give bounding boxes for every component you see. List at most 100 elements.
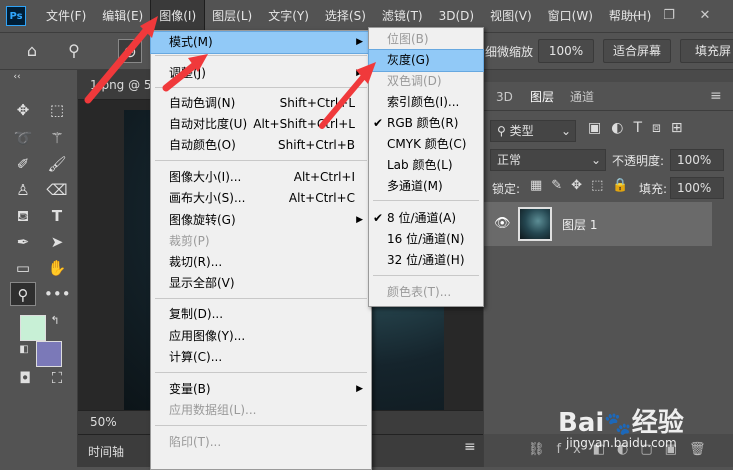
menu-item-canvas-size[interactable]: 画布大小(S)... Alt+Ctrl+C bbox=[151, 188, 371, 209]
kind-filter-label: 类型 bbox=[509, 124, 534, 138]
minimize-icon[interactable]: — bbox=[620, 0, 646, 32]
image-menu-dropdown: 模式(M) ▶ 调整(J) ▶ 自动色调(N) Shift+Ctrl+L 自动对比度(… bbox=[150, 30, 372, 470]
zoom-level[interactable]: 50% bbox=[90, 415, 117, 429]
magic-wand-tool-icon[interactable]: ⚚ bbox=[44, 126, 70, 150]
foreground-color-swatch[interactable] bbox=[20, 315, 46, 341]
menu-item-mode[interactable]: 模式(M) ▶ bbox=[150, 31, 372, 54]
menu-item-label: 8 位/通道(A) bbox=[387, 211, 457, 225]
blend-mode-value: 正常 bbox=[497, 153, 522, 167]
marquee-tool-icon[interactable]: ⬚ bbox=[44, 98, 70, 122]
collapse-icon[interactable]: ‹‹ bbox=[4, 70, 30, 84]
zoom-tool-icon[interactable]: ⚲ bbox=[10, 282, 36, 306]
path-selection-tool-icon[interactable]: ➤ bbox=[44, 230, 70, 254]
brush-tool-icon[interactable]: 🖌 bbox=[44, 152, 70, 176]
menu-item-duplicate[interactable]: 复制(D)... bbox=[151, 304, 371, 325]
menu-select[interactable]: 选择(S) bbox=[317, 0, 374, 32]
scrubby-zoom-label[interactable]: 细微缩放 bbox=[485, 43, 533, 60]
tab-channels[interactable]: 通道 bbox=[562, 84, 602, 110]
eyedropper-tool-icon[interactable]: ✐ bbox=[10, 152, 36, 176]
menu-item-auto-contrast[interactable]: 自动对比度(U) Alt+Shift+Ctrl+L bbox=[151, 114, 371, 135]
menu-item-adjustments[interactable]: 调整(J) ▶ bbox=[151, 63, 371, 84]
submenu-arrow-icon: ▶ bbox=[356, 68, 363, 78]
tab-3d[interactable]: 3D bbox=[488, 84, 521, 110]
menu-item-label: 计算(C)... bbox=[169, 350, 223, 364]
hand-tool-icon[interactable]: ✋ bbox=[44, 256, 70, 280]
lock-icons[interactable]: ▦✎✥⬚🔒 bbox=[530, 178, 638, 193]
default-colors-icon[interactable]: ◧ bbox=[18, 344, 30, 356]
blend-mode-select[interactable]: 正常 ⌄ bbox=[490, 149, 606, 171]
document-tab-title: 1.png @ 50 bbox=[90, 78, 160, 92]
menu-item-trap: 陷印(T)... bbox=[151, 432, 371, 453]
tab-layers[interactable]: 图层 bbox=[522, 84, 563, 110]
menu-file[interactable]: 文件(F) bbox=[38, 0, 94, 32]
fill-field[interactable]: 100% bbox=[670, 177, 724, 199]
eraser-tool-icon[interactable]: ⌫ bbox=[44, 178, 70, 202]
fit-screen-button[interactable]: 适合屏幕 bbox=[603, 39, 671, 63]
screen-mode-icon[interactable]: ⛶ bbox=[44, 366, 70, 390]
menu-image[interactable]: 图像(I) bbox=[150, 0, 206, 33]
shortcut-label: Shift+Ctrl+B bbox=[278, 138, 355, 152]
menu-edit[interactable]: 编辑(E) bbox=[94, 0, 151, 32]
zoom-tool-preset-icon[interactable]: ⚲ bbox=[62, 39, 86, 63]
menu-item-variables[interactable]: 变量(B) ▶ bbox=[151, 379, 371, 400]
menu-item-label: 显示全部(V) bbox=[169, 276, 235, 290]
menu-item-auto-color[interactable]: 自动颜色(O) Shift+Ctrl+B bbox=[151, 135, 371, 156]
mode-multichannel[interactable]: 多通道(M) bbox=[369, 176, 483, 197]
opacity-field[interactable]: 100% bbox=[670, 149, 724, 171]
menu-window[interactable]: 窗口(W) bbox=[540, 0, 601, 32]
quick-mask-icon[interactable]: ◘ bbox=[12, 366, 38, 390]
pen-tool-icon[interactable]: ✒ bbox=[10, 230, 36, 254]
menu-item-trim[interactable]: 裁切(R)... bbox=[151, 252, 371, 273]
mode-bitmap: 位图(B) bbox=[369, 29, 483, 50]
submenu-arrow-icon: ▶ bbox=[356, 37, 363, 47]
lasso-tool-icon[interactable]: ➰ bbox=[10, 126, 36, 150]
fill-label: 填充: bbox=[639, 182, 668, 196]
panel-menu-icon[interactable]: ≡ bbox=[710, 88, 722, 104]
type-tool-icon[interactable]: T bbox=[44, 204, 70, 228]
layer-name[interactable]: 图层 1 bbox=[562, 216, 597, 233]
menu-type[interactable]: 文字(Y) bbox=[260, 0, 317, 32]
mode-lab-color[interactable]: Lab 颜色(L) bbox=[369, 155, 483, 176]
menu-item-crop: 裁剪(P) bbox=[151, 231, 371, 252]
restore-icon[interactable]: ❐ bbox=[656, 0, 682, 32]
layer-row[interactable]: 👁 图层 1 bbox=[484, 202, 712, 246]
rectangle-tool-icon[interactable]: ▭ bbox=[10, 256, 36, 280]
layer-thumbnail bbox=[518, 207, 552, 241]
mode-16-bit[interactable]: 16 位/通道(N) bbox=[369, 229, 483, 250]
mode-rgb-color[interactable]: ✔ RGB 颜色(R) bbox=[369, 113, 483, 134]
menu-item-apply-data-set: 应用数据组(L)... bbox=[151, 400, 371, 421]
menu-item-calculations[interactable]: 计算(C)... bbox=[151, 347, 371, 368]
visibility-eye-icon[interactable]: 👁 bbox=[494, 216, 511, 231]
move-tool-icon[interactable]: ✥ bbox=[10, 98, 36, 122]
mode-8-bit[interactable]: ✔ 8 位/通道(A) bbox=[369, 208, 483, 229]
fill-screen-button[interactable]: 填充屏 bbox=[680, 39, 733, 63]
zoom-in-icon[interactable]: ⊕ bbox=[118, 39, 142, 63]
zoom-100-button[interactable]: 100% bbox=[538, 39, 594, 63]
menu-item-image-size[interactable]: 图像大小(I)... Alt+Ctrl+I bbox=[151, 167, 371, 188]
filter-icons[interactable]: ▣◐T⧈⊞ bbox=[588, 120, 693, 136]
stamp-tool-icon[interactable]: ♙ bbox=[10, 178, 36, 202]
close-icon[interactable]: ✕ bbox=[692, 0, 718, 32]
menu-layer[interactable]: 图层(L) bbox=[204, 0, 260, 32]
paint-bucket-tool-icon[interactable]: ⛾ bbox=[10, 204, 36, 228]
swap-colors-icon[interactable]: ↰ bbox=[48, 314, 62, 328]
menu-item-reveal-all[interactable]: 显示全部(V) bbox=[151, 273, 371, 294]
mode-cmyk-color[interactable]: CMYK 颜色(C) bbox=[369, 134, 483, 155]
kind-filter-select[interactable]: ⚲ 类型 ⌄ bbox=[490, 120, 576, 142]
background-color-swatch[interactable] bbox=[36, 341, 62, 367]
menu-item-auto-tone[interactable]: 自动色调(N) Shift+Ctrl+L bbox=[151, 93, 371, 114]
mode-32-bit[interactable]: 32 位/通道(H) bbox=[369, 250, 483, 271]
menu-bar: Ps 文件(F) 编辑(E) 图像(I) 图层(L) 文字(Y) 选择(S) 滤… bbox=[0, 0, 733, 33]
menu-view[interactable]: 视图(V) bbox=[482, 0, 540, 32]
menu-item-label: 应用数据组(L)... bbox=[169, 403, 257, 417]
panel-menu-icon[interactable]: ≡ bbox=[464, 439, 476, 455]
more-tools-icon[interactable]: ••• bbox=[44, 282, 71, 306]
menu-item-label: 双色调(D) bbox=[387, 74, 442, 88]
home-icon[interactable]: ⌂ bbox=[20, 39, 44, 63]
menu-item-apply-image[interactable]: 应用图像(Y)... bbox=[151, 326, 371, 347]
menu-item-label: 调整(J) bbox=[169, 66, 206, 80]
menu-item-image-rotation[interactable]: 图像旋转(G) ▶ bbox=[151, 210, 371, 231]
mode-indexed-color[interactable]: 索引颜色(I)... bbox=[369, 92, 483, 113]
menu-item-label: CMYK 颜色(C) bbox=[387, 137, 467, 151]
mode-grayscale[interactable]: 灰度(G) bbox=[368, 49, 484, 72]
